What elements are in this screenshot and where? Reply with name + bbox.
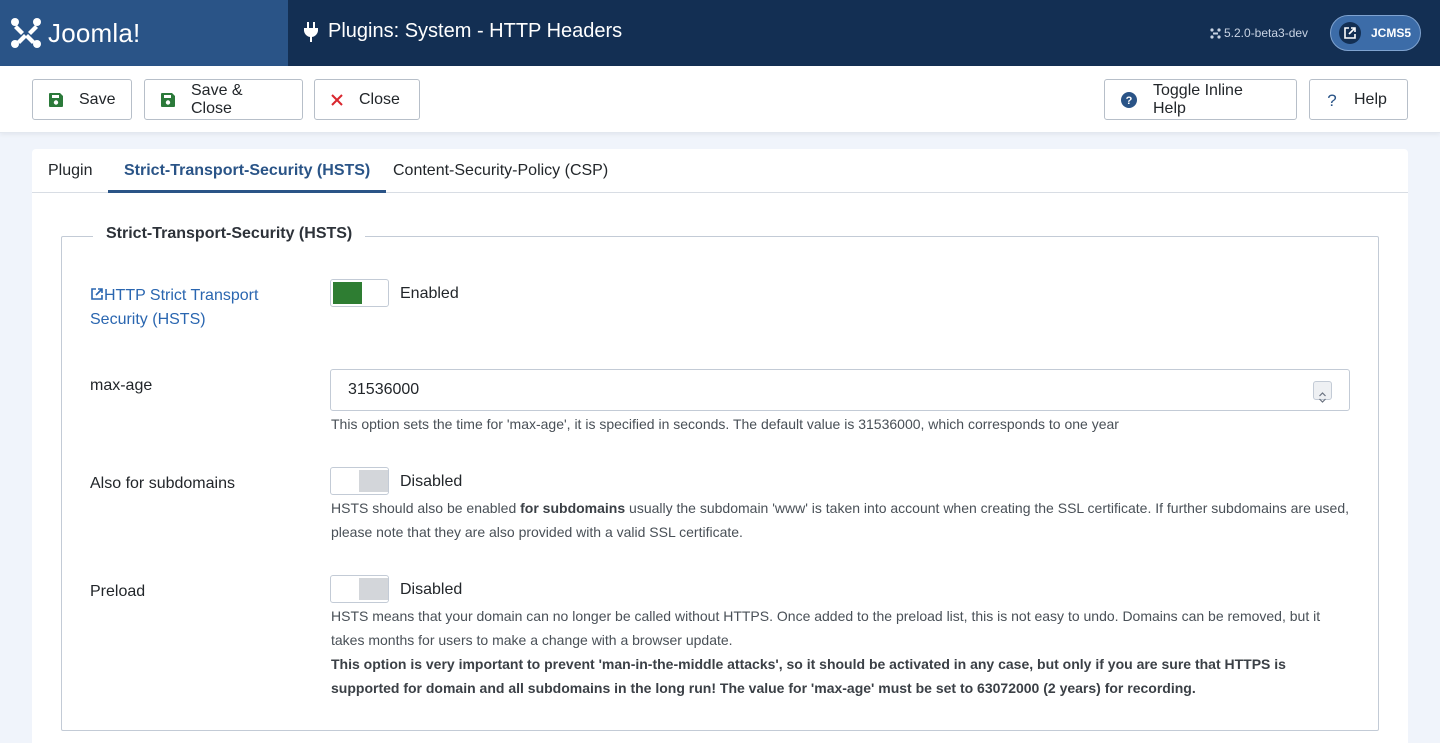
- hsts-doc-link[interactable]: HTTP Strict Transport Security (HSTS): [90, 284, 290, 332]
- page-title: Plugins: System - HTTP Headers: [304, 20, 622, 43]
- fieldset-legend: Strict-Transport-Security (HSTS): [93, 225, 366, 243]
- save-close-label: Save & Close: [191, 81, 243, 117]
- joomla-logo-icon: [11, 18, 41, 48]
- help-label: Help: [1354, 90, 1387, 108]
- close-button[interactable]: Close: [314, 79, 420, 120]
- external-link-icon: [91, 288, 103, 300]
- toolbar: Save Save & Close Close ? Toggle Inline …: [0, 66, 1440, 133]
- help-button[interactable]: ? Help: [1309, 79, 1408, 120]
- hsts-toggle[interactable]: [330, 279, 389, 307]
- hsts-state: Enabled: [400, 285, 459, 302]
- preload-warning: This option is very important to prevent…: [331, 656, 1286, 696]
- question-circle-icon: ?: [1121, 91, 1137, 108]
- subdomains-state: Disabled: [400, 473, 463, 490]
- logo-text: Joomla!: [48, 17, 141, 48]
- desc-text: HSTS means that your domain can no longe…: [331, 608, 1321, 648]
- svg-text:?: ?: [1327, 92, 1336, 108]
- top-header: Joomla! Plugins: System - HTTP Headers 5…: [0, 0, 1440, 66]
- external-link-icon: [1339, 22, 1361, 44]
- desc-text: HSTS should also be enabled: [331, 500, 521, 516]
- page-title-text: Plugins: System - HTTP Headers: [328, 20, 623, 42]
- max-age-label: max-age: [90, 377, 153, 394]
- save-button[interactable]: Save: [32, 79, 132, 120]
- preload-label: Preload: [90, 583, 146, 600]
- number-spinner[interactable]: [1313, 381, 1332, 403]
- toggle-knob: [359, 470, 388, 492]
- toggle-knob: [333, 282, 362, 304]
- tab-plugin[interactable]: Plugin: [32, 149, 108, 193]
- desc-bold: for subdomains: [520, 500, 626, 516]
- joomla-logo[interactable]: Joomla!: [0, 0, 288, 66]
- subdomains-toggle[interactable]: [330, 467, 389, 495]
- subdomains-label: Also for subdomains: [90, 475, 235, 492]
- tab-bar: Plugin Strict-Transport-Security (HSTS) …: [32, 149, 1408, 193]
- max-age-input[interactable]: 31536000: [330, 369, 1350, 411]
- max-age-description: This option sets the time for 'max-age',…: [331, 416, 1119, 432]
- plug-icon: [304, 21, 318, 42]
- preload-description: HSTS means that your domain can no longe…: [331, 604, 1356, 700]
- close-label: Close: [359, 90, 400, 108]
- view-site-button[interactable]: JCMS5: [1330, 15, 1421, 51]
- question-icon: ?: [1327, 92, 1336, 108]
- subdomains-description: HSTS should also be enabled for subdomai…: [331, 496, 1356, 544]
- close-x-icon: [331, 93, 343, 106]
- joomla-small-icon: [1210, 27, 1221, 39]
- version-text: 5.2.0-beta3-dev: [1224, 26, 1309, 40]
- save-icon: [49, 92, 63, 107]
- hsts-label: HTTP Strict Transport Security (HSTS): [90, 287, 259, 328]
- toggle-help-label: Toggle Inline Help: [1153, 81, 1243, 117]
- spinner-arrows-icon: [1319, 392, 1326, 403]
- site-label: JCMS5: [1371, 26, 1412, 40]
- preload-state: Disabled: [400, 581, 463, 598]
- svg-text:?: ?: [1126, 95, 1133, 107]
- save-label: Save: [79, 90, 116, 108]
- max-age-value: 31536000: [348, 381, 420, 398]
- toggle-knob: [359, 578, 388, 600]
- tab-csp[interactable]: Content-Security-Policy (CSP): [377, 149, 624, 193]
- save-icon: [161, 92, 175, 107]
- version-label: 5.2.0-beta3-dev: [1210, 26, 1308, 40]
- preload-toggle[interactable]: [330, 575, 389, 603]
- toggle-inline-help-button[interactable]: ? Toggle Inline Help: [1104, 79, 1297, 120]
- tab-hsts[interactable]: Strict-Transport-Security (HSTS): [108, 149, 387, 193]
- save-close-button[interactable]: Save & Close: [144, 79, 303, 120]
